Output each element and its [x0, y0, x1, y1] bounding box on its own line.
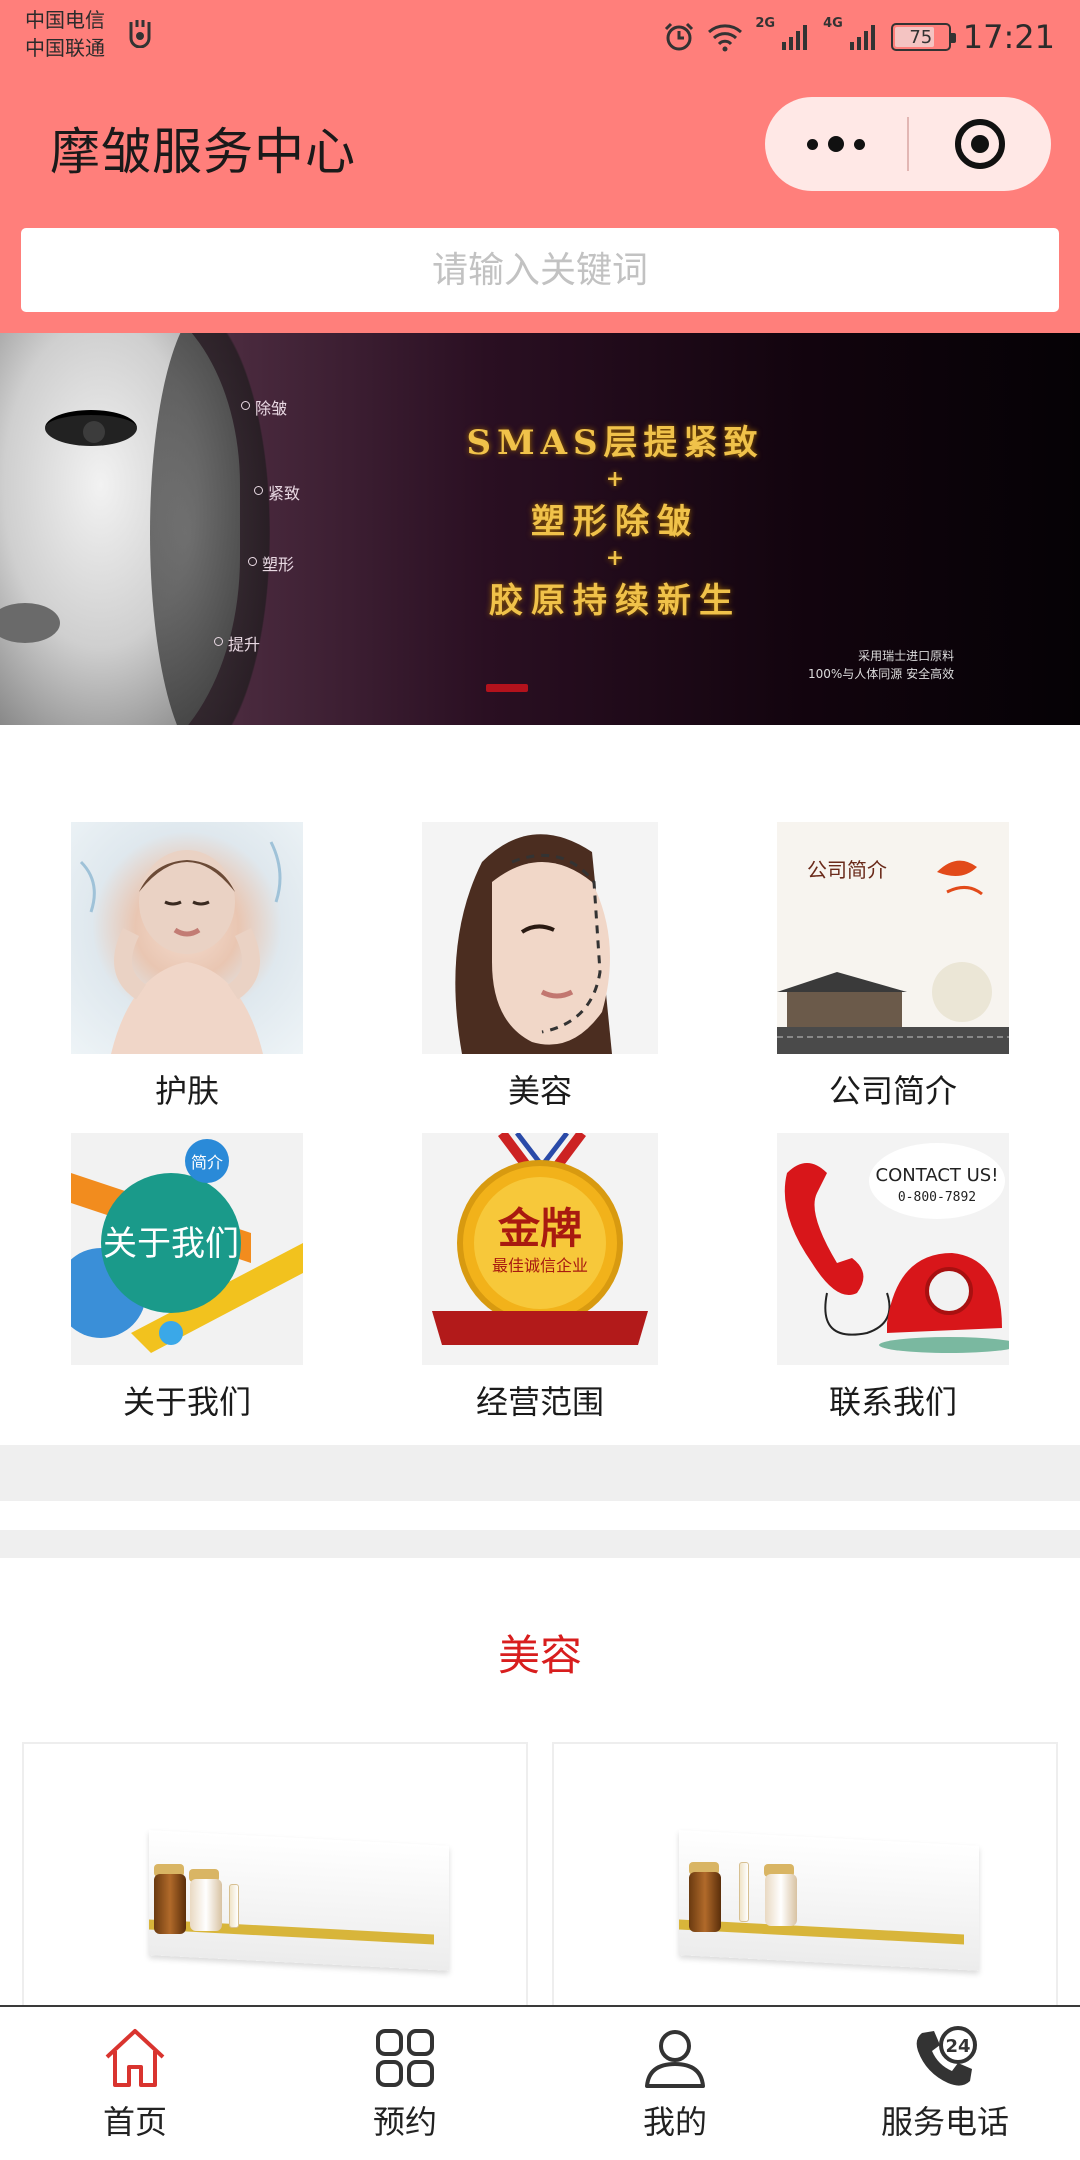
product-bottle-image — [154, 1874, 186, 1934]
target-icon — [955, 119, 1005, 169]
category-label: 经营范围 — [475, 1383, 604, 1421]
category-label: 护肤 — [154, 1072, 219, 1110]
close-button[interactable] — [909, 117, 1051, 171]
banner-hint: 紧致 — [253, 480, 300, 504]
gold-medal-subtext: 最佳诚信企业 — [492, 1256, 588, 1275]
carrier-info: 中国电信 中国联通 — [25, 6, 105, 62]
category-grid: 护肤 美容 公司简介 公司简介 简介 关于我们 关于我们 金牌 最佳诚信企业 经… — [0, 760, 1080, 1445]
header: 中国电信 中国联通 2G 4G 75 17:21 摩皱服务中心 请输入关键词 — [0, 0, 1080, 333]
search-input[interactable] — [21, 228, 1059, 312]
product-bottle-image — [765, 1874, 797, 1926]
tab-label: 服务电话 — [880, 2103, 1009, 2141]
product-vial-image — [739, 1862, 749, 1922]
banner-fine-2: 100%与人体同源 安全高效 — [808, 667, 955, 681]
section-divider — [0, 1445, 1080, 1501]
category-label: 联系我们 — [828, 1383, 957, 1421]
banner-headline-1: SMAS层提紧致 — [466, 423, 764, 463]
product-card[interactable] — [552, 1742, 1058, 2022]
tab-booking[interactable]: 预约 — [270, 2007, 540, 2160]
category-about-us[interactable]: 简介 关于我们 关于我们 — [37, 1133, 337, 1423]
product-bottle-image — [190, 1879, 222, 1931]
category-company-intro[interactable]: 公司简介 公司简介 — [743, 822, 1043, 1112]
about-us-image: 简介 关于我们 — [71, 1133, 303, 1365]
category-label: 关于我们 — [122, 1383, 251, 1421]
product-list — [22, 1742, 1058, 2022]
more-button[interactable] — [765, 97, 907, 191]
banner-fine-print: 采用瑞士进口原料 100%与人体同源 安全高效 — [808, 647, 954, 683]
banner-hint: 塑形 — [247, 551, 294, 575]
tab-home[interactable]: 首页 — [0, 2007, 270, 2160]
carousel-indicator[interactable] — [486, 684, 528, 692]
tab-mine[interactable]: 我的 — [540, 2007, 810, 2160]
bottom-tab-bar: 首页 预约 我的 24 服务电话 — [0, 2005, 1080, 2160]
beauty-image — [422, 822, 658, 1054]
tab-service-phone[interactable]: 24 服务电话 — [810, 2007, 1080, 2160]
battery-level: 75 — [909, 26, 933, 48]
alarm-icon — [663, 21, 695, 53]
network-4g-label: 4G — [823, 16, 843, 31]
banner-eye-image — [45, 410, 137, 446]
product-bottle-image — [689, 1872, 721, 1932]
tab-label: 我的 — [642, 2103, 707, 2141]
banner-plus: + — [605, 545, 625, 571]
banner-hint: 除皱 — [240, 395, 287, 419]
signal-icon — [781, 22, 811, 52]
more-dot-icon — [828, 136, 844, 152]
banner-plus: + — [605, 466, 625, 492]
more-dot-icon — [854, 138, 865, 150]
about-us-text: 关于我们 — [103, 1224, 239, 1264]
banner-headline-2: 塑形除皱 — [531, 502, 699, 542]
carrier-2: 中国联通 — [25, 36, 105, 60]
tab-label: 首页 — [102, 2103, 167, 2141]
signal-icon-2 — [849, 22, 879, 52]
wifi-icon — [707, 22, 743, 52]
product-box-image — [679, 1830, 979, 1971]
category-beauty[interactable]: 美容 — [390, 822, 690, 1112]
banner-headline-3: 胶原持续新生 — [489, 581, 741, 621]
battery-icon: 75 — [890, 23, 956, 51]
notification-icon — [129, 20, 151, 48]
user-icon — [642, 2025, 708, 2091]
banner-fine-1: 采用瑞士进口原料 — [858, 649, 955, 663]
page-title: 摩皱服务中心 — [50, 123, 356, 181]
status-bar: 中国电信 中国联通 2G 4G 75 17:21 — [0, 0, 1080, 74]
contact-text: CONTACT US! — [876, 1165, 999, 1186]
skin-care-image — [71, 822, 303, 1054]
promo-banner[interactable]: 除皱 紧致 塑形 提升 SMAS层提紧致 + 塑形除皱 + 胶原持续新生 采用瑞… — [0, 333, 1080, 725]
company-intro-text: 公司简介 — [807, 858, 887, 882]
category-label: 美容 — [507, 1072, 572, 1110]
banner-hint: 提升 — [213, 631, 260, 655]
about-badge-text: 简介 — [191, 1153, 223, 1172]
category-skin-care[interactable]: 护肤 — [37, 822, 337, 1112]
business-scope-image: 金牌 最佳诚信企业 — [422, 1133, 658, 1365]
svg-text:24: 24 — [945, 2036, 970, 2057]
search-bar[interactable] — [21, 228, 1059, 312]
status-icons: 2G 4G 75 17:21 — [663, 12, 1055, 62]
tab-label: 预约 — [372, 2103, 437, 2141]
category-contact-us[interactable]: CONTACT US! 0-800-7892 联系我们 — [743, 1133, 1043, 1423]
category-label: 公司简介 — [828, 1072, 957, 1110]
grid-icon — [372, 2025, 438, 2091]
contact-us-image: CONTACT US! 0-800-7892 — [777, 1133, 1009, 1365]
category-business-scope[interactable]: 金牌 最佳诚信企业 经营范围 — [390, 1133, 690, 1423]
banner-headline: SMAS层提紧致 + 塑形除皱 + 胶原持续新生 — [460, 415, 770, 622]
product-card[interactable] — [22, 1742, 528, 2022]
phone-24-icon: 24 — [912, 2025, 978, 2091]
contact-number: 0-800-7892 — [898, 1190, 976, 1205]
network-2g-label: 2G — [755, 16, 776, 31]
gold-medal-text: 金牌 — [497, 1204, 582, 1253]
banner-hair-image — [150, 333, 270, 725]
section-divider — [0, 1530, 1080, 1558]
more-dot-icon — [807, 138, 818, 150]
section-title: 美容 — [497, 1631, 582, 1680]
home-icon — [102, 2025, 168, 2091]
product-vial-image — [229, 1884, 239, 1928]
clock: 17:21 — [962, 18, 1055, 56]
mini-program-capsule — [765, 97, 1051, 191]
carrier-1: 中国电信 — [25, 8, 105, 32]
company-intro-image: 公司简介 — [777, 822, 1009, 1054]
